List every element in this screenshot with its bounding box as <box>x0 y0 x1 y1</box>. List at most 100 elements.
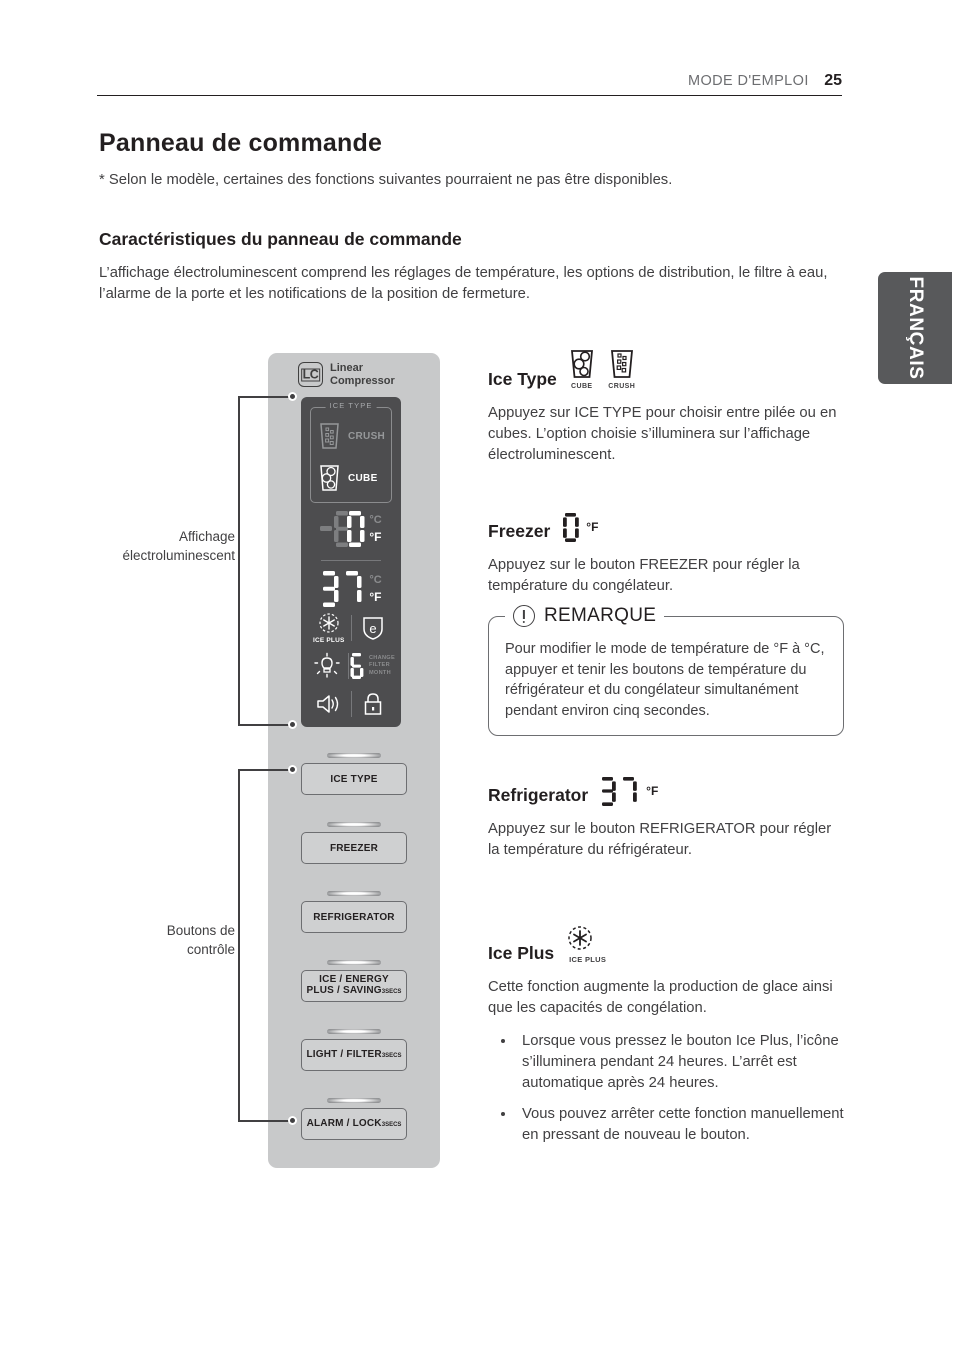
freezer-unit-celsius: °C <box>369 514 382 526</box>
freezer-unit-fahrenheit: °F <box>369 530 382 544</box>
ice-type-indicator-group: ICE TYPE CRUSH CUBE <box>310 401 392 503</box>
header-divider <box>97 95 842 96</box>
page-title: Panneau de commande <box>99 129 383 157</box>
control-button-stack: ICE TYPE FREEZER REFRIGERATOR ICE / ENER… <box>301 753 407 1167</box>
refrigerator-temperature-readout: °C °F <box>305 569 397 609</box>
status-row-3 <box>307 685 395 723</box>
button-refrigerator-wrapper: REFRIGERATOR <box>301 891 407 960</box>
freezer-units: °C °F <box>369 514 382 544</box>
ice-type-button-led <box>327 753 381 758</box>
ice-plus-secs: 3SECS <box>381 989 402 995</box>
page-number: 25 <box>824 72 842 89</box>
cubed-ice-glass-icon <box>318 463 341 493</box>
callout-label-buttons: Boutons de contrôle <box>100 921 235 959</box>
ice-type-heading: Ice Type CUBE CRUSH <box>488 348 844 390</box>
light-filter-button-led <box>327 1029 381 1034</box>
filter-caption: CHANGE FILTER MONTH <box>369 655 395 678</box>
refrigerator-button-label: REFRIGERATOR <box>313 911 395 923</box>
crush-icon-group: CRUSH <box>608 348 636 390</box>
button-ice-plus-energy-saving-wrapper: ICE / ENERGY PLUS / SAVING3SECS <box>301 960 407 1029</box>
ice-plus-energy-saving-button-label: ICE / ENERGY PLUS / SAVING3SECS <box>307 974 402 998</box>
alarm-indicator <box>307 692 351 716</box>
status-icon-grid: ICE PLUS e CHANGE FILTER MONTH <box>307 609 395 723</box>
ice-plus-heading: Ice Plus ICE PLUS <box>488 923 844 964</box>
callout-label-display: Affichage électroluminescent <box>100 527 235 565</box>
ice-plus-indicator-label: ICE PLUS <box>312 637 345 644</box>
refrigerator-seven-segment <box>320 569 366 609</box>
freezer-heading: Freezer °F <box>488 512 844 542</box>
light-indicator <box>307 652 348 680</box>
refrigerator-heading: Refrigerator °F <box>488 776 844 806</box>
status-row-1: ICE PLUS e <box>307 609 395 647</box>
light-filter-button[interactable]: LIGHT / FILTER3SECS <box>301 1039 407 1071</box>
ice-type-button-label: ICE TYPE <box>330 773 378 785</box>
list-item: Lorsque vous pressez le bouton Ice Plus,… <box>516 1031 844 1094</box>
intro-paragraph: L’affichage électroluminescent comprend … <box>99 265 828 302</box>
refrigerator-body: Appuyez sur le bouton REFRIGERATOR pour … <box>488 821 832 858</box>
speaker-icon <box>317 695 338 713</box>
freezer-button[interactable]: FREEZER <box>301 832 407 864</box>
callout-buttons-line-2: contrôle <box>186 942 235 957</box>
ice-plus-snowflake-icon <box>319 613 339 633</box>
freezer-unit: °F <box>586 520 599 534</box>
alarm-lock-button-led <box>327 1098 381 1103</box>
ice-type-body: Appuyez sur ICE TYPE pour choisir entre … <box>488 405 837 463</box>
button-alarm-lock-wrapper: ALARM / LOCK3SECS <box>301 1098 407 1167</box>
ice-type-title: Ice Type <box>488 369 557 389</box>
status-row-2: CHANGE FILTER MONTH <box>307 647 395 685</box>
freezer-temperature-readout: °C °F <box>305 509 397 549</box>
ice-plus-indicator: ICE PLUS <box>307 612 351 644</box>
crushed-ice-glass-icon <box>318 421 341 451</box>
freezer-button-label: FREEZER <box>329 842 379 854</box>
callout-dot-buttons-top <box>288 765 297 774</box>
cube-ice-glass-icon <box>570 350 593 378</box>
page-header: MODE D'EMPLOI 25 <box>97 72 842 90</box>
section-ice-plus: Ice Plus ICE PLUS Cette fonction augment… <box>488 923 844 1156</box>
ice-type-icons: CUBE CRUSH <box>568 348 636 390</box>
lamp-icon <box>314 652 341 678</box>
cube-indicator-label: CUBE <box>348 472 378 484</box>
language-tab-label: FRANÇAIS <box>905 276 926 380</box>
crushed-ice-glass-icon <box>610 350 633 378</box>
filter-caption-line-2: FILTER <box>368 662 390 669</box>
light-filter-secs: 3SECS <box>381 1052 402 1059</box>
ice-plus-icon-group: ICE PLUS <box>565 923 606 964</box>
section-refrigerator: Refrigerator °F Appuyez sur le bouton RE… <box>488 776 844 861</box>
lock-icon <box>365 693 382 715</box>
ice-plus-energy-saving-button[interactable]: ICE / ENERGY PLUS / SAVING3SECS <box>301 970 407 1002</box>
ice-type-group-caption: ICE TYPE <box>325 401 377 410</box>
ice-plus-button-led <box>327 960 381 965</box>
model-note: * Selon le modèle, certaines des fonctio… <box>99 172 673 188</box>
ice-type-button[interactable]: ICE TYPE <box>301 763 407 795</box>
refrigerator-title: Refrigerator <box>488 785 589 805</box>
crush-indicator: CRUSH <box>318 421 385 451</box>
logo-line-2: Compressor <box>330 374 395 387</box>
ice-plus-bullet-list: Lorsque vous pressez le bouton Ice Plus,… <box>488 1031 844 1146</box>
ice-plus-line-2: PLUS / SAVING <box>306 985 382 996</box>
alarm-lock-button[interactable]: ALARM / LOCK3SECS <box>301 1108 407 1140</box>
ice-plus-icon-caption: ICE PLUS <box>569 955 607 964</box>
refrigerator-unit: °F <box>646 784 659 798</box>
alarm-lock-secs: 3SECS <box>381 1121 402 1128</box>
ice-plus-body: Cette fonction augmente la production de… <box>488 979 833 1016</box>
light-filter-text: LIGHT / FILTER <box>306 1048 382 1060</box>
refrigerator-button[interactable]: REFRIGERATOR <box>301 901 407 933</box>
lc-badge-icon: LC <box>298 362 323 387</box>
ice-plus-snowflake-icon <box>568 926 592 950</box>
cube-indicator: CUBE <box>318 463 378 493</box>
callout-dot-display-top <box>288 392 297 401</box>
callout-display-line-2: électroluminescent <box>122 548 235 563</box>
remarque-note-box: REMARQUE Pour modifier le mode de tempér… <box>488 605 844 736</box>
callout-bracket-display <box>238 392 298 729</box>
linear-compressor-text: Linear Compressor <box>330 362 395 387</box>
energy-saving-indicator: e <box>352 614 396 642</box>
refrigerator-button-led <box>327 891 381 896</box>
freezer-value-display: °F <box>561 512 598 542</box>
lock-indicator <box>352 691 396 717</box>
language-tab-francais: FRANÇAIS <box>878 272 952 384</box>
button-light-filter-wrapper: LIGHT / FILTER3SECS <box>301 1029 407 1098</box>
cube-icon-group: CUBE <box>568 348 596 390</box>
exclamation-icon <box>513 605 535 627</box>
button-freezer-wrapper: FREEZER <box>301 822 407 891</box>
refrigerator-unit-fahrenheit: °F <box>369 590 382 604</box>
